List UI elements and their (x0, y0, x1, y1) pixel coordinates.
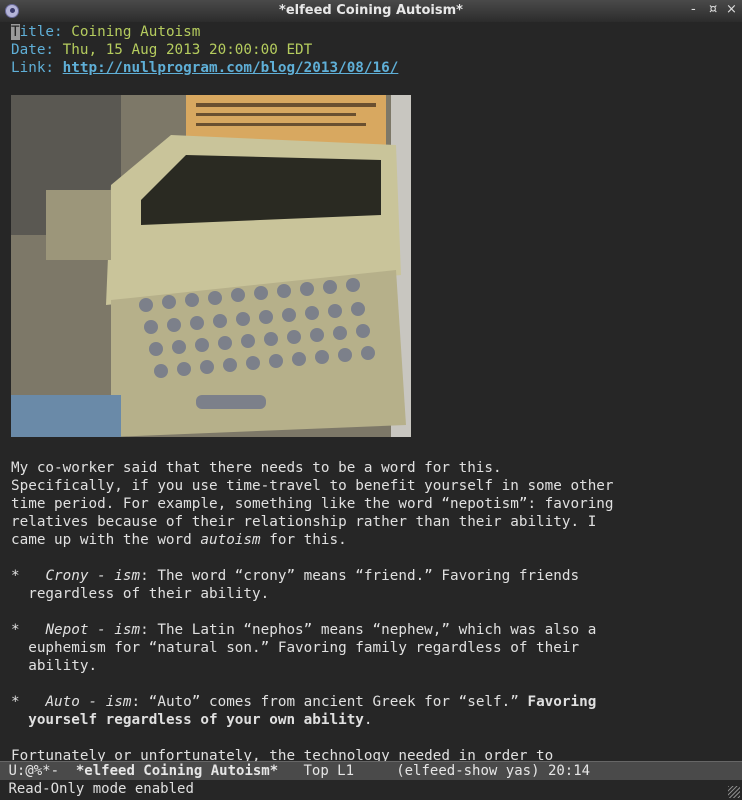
close-button[interactable]: × (726, 2, 737, 17)
modeline-status: U:@%*- (8, 763, 60, 779)
resize-grip-icon[interactable] (728, 786, 740, 798)
body-line: My co-worker said that there needs to be… (11, 460, 502, 476)
minimize-button[interactable]: - (691, 2, 696, 17)
body-text: for this. (260, 532, 347, 548)
body-line: relatives because of their relationship … (11, 514, 597, 530)
teletype-image (11, 95, 411, 437)
entry-title: Coining Autoism (71, 24, 201, 40)
list-term: Nepot - ism (45, 622, 141, 638)
title-line: Title: Coining Autoism (11, 23, 200, 41)
entry-date: Thu, 15 Aug 2013 20:00:00 EDT (62, 42, 313, 58)
list-item-cont: ability. (11, 657, 97, 675)
list-text: : The Latin “nephos” means “nephew,” whi… (140, 622, 597, 638)
bold-text: Favoring (527, 694, 597, 710)
date-key: Date: (11, 42, 55, 58)
bullet: * (11, 568, 20, 584)
title-key: Title: (11, 24, 63, 40)
list-item: * Crony - ism: The word “crony” means “f… (11, 567, 579, 585)
list-text: regardless of their ability. (28, 586, 270, 602)
modeline-position: Top L1 (303, 763, 355, 779)
list-item-cont: yourself regardless of your own ability. (11, 711, 373, 729)
date-line: Date: Thu, 15 Aug 2013 20:00:00 EDT (11, 41, 312, 59)
list-item: * Nepot - ism: The Latin “nephos” means … (11, 621, 596, 639)
bullet: * (11, 694, 20, 710)
list-text: . (363, 712, 373, 728)
bold-text: yourself regardless of your own ability (28, 712, 364, 728)
modeline-modes[interactable]: (elfeed-show yas) (396, 763, 539, 779)
autoism-emphasis: autoism (200, 532, 261, 548)
body-line: time period. For example, something like… (11, 496, 614, 512)
list-item-cont: euphemism for “natural son.” Favoring fa… (11, 639, 579, 657)
link-line: Link: http://nullprogram.com/blog/2013/0… (11, 59, 398, 77)
body-line: came up with the word autoism for this. (11, 531, 347, 549)
list-item-cont: regardless of their ability. (11, 585, 269, 603)
body-line: Specifically, if you use time-travel to … (11, 478, 614, 494)
body-text: came up with the word (11, 532, 201, 548)
window-titlebar[interactable]: *elfeed Coining Autoism* - ¤ × (0, 0, 742, 22)
cursor: T (11, 24, 20, 40)
list-term: Crony - ism (45, 568, 141, 584)
echo-area: Read-Only mode enabled (0, 780, 742, 800)
entry-link[interactable]: http://nullprogram.com/blog/2013/08/16/ (63, 60, 399, 76)
maximize-button[interactable]: ¤ (709, 2, 717, 17)
list-item: * Auto - ism: “Auto” comes from ancient … (11, 693, 596, 711)
teletype-photo (11, 95, 411, 437)
list-term: Auto - ism (45, 694, 132, 710)
echo-message: Read-Only mode enabled (8, 781, 194, 797)
list-text: : “Auto” comes from ancient Greek for “s… (131, 694, 528, 710)
mode-line[interactable]: U:@%*- *elfeed Coining Autoism* Top L1 (… (0, 761, 742, 780)
modeline-buffer-name[interactable]: *elfeed Coining Autoism* (76, 763, 278, 779)
bullet: * (11, 622, 20, 638)
window-title: *elfeed Coining Autoism* (279, 3, 463, 18)
elfeed-show-buffer[interactable]: Title: Coining Autoism Date: Thu, 15 Aug… (0, 22, 742, 764)
list-text: ability. (28, 658, 98, 674)
list-text: euphemism for “natural son.” Favoring fa… (28, 640, 580, 656)
modeline-time: 20:14 (547, 763, 591, 779)
link-key: Link: (11, 60, 55, 76)
list-text: : The word “crony” means “friend.” Favor… (140, 568, 580, 584)
